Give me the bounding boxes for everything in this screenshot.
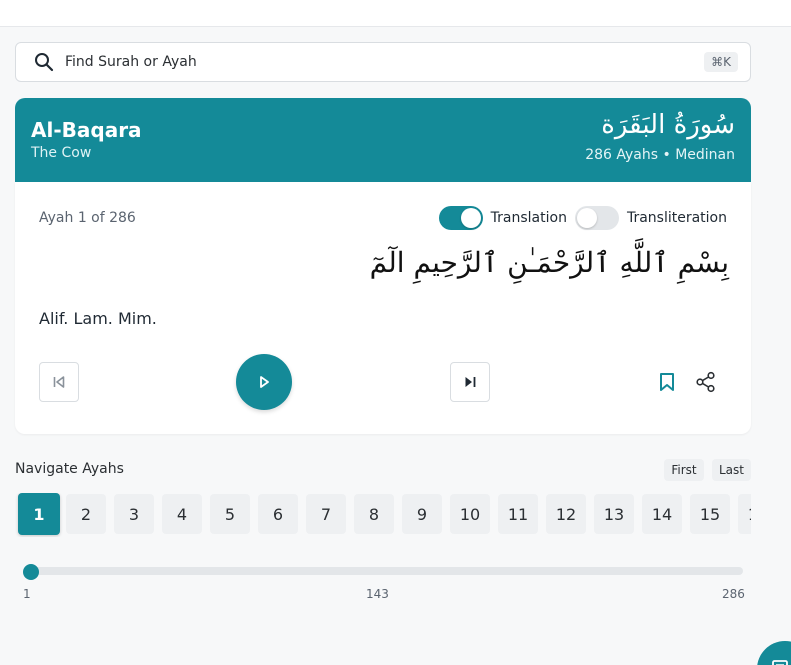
ayah-slider-track[interactable] — [24, 567, 743, 575]
slider-max-label: 286 — [722, 587, 745, 601]
chat-icon — [772, 660, 788, 665]
navigate-ayahs-title: Navigate Ayahs — [15, 461, 124, 477]
surah-arabic-name: سُورَةُ البَقَرَة — [601, 110, 735, 140]
ayah-arabic-text: بِسْمِ ٱللَّهِ ٱلرَّحْمَـٰنِ ٱلرَّحِيمِ … — [369, 246, 729, 279]
ayah-page-button-13[interactable]: 13 — [594, 494, 634, 534]
ayah-page-button-2[interactable]: 2 — [66, 494, 106, 534]
ayah-page-button-15[interactable]: 15 — [690, 494, 730, 534]
search-input[interactable] — [65, 54, 705, 70]
ayah-page-button-16[interactable]: 16 — [738, 494, 751, 534]
transliteration-toggle[interactable] — [574, 206, 619, 230]
ayah-page-button-1[interactable]: 1 — [18, 493, 60, 535]
bookmark-icon — [660, 373, 674, 391]
slider-min-label: 1 — [23, 587, 31, 601]
play-button[interactable] — [236, 354, 292, 410]
bookmark-button[interactable] — [656, 371, 678, 393]
ayah-pager: 12345678910111213141516 — [15, 493, 751, 537]
slider-mid-label: 143 — [366, 587, 389, 601]
search-icon — [33, 51, 55, 73]
floating-action-button[interactable] — [757, 641, 791, 665]
last-ayah-button[interactable]: Last — [712, 459, 751, 481]
display-toggles: Translation Transliteration — [438, 206, 727, 230]
ayah-page-button-5[interactable]: 5 — [210, 494, 250, 534]
ayah-counter: Ayah 1 of 286 — [39, 210, 136, 226]
previous-ayah-button[interactable] — [39, 362, 79, 402]
ayah-page-button-4[interactable]: 4 — [162, 494, 202, 534]
ayah-page-button-7[interactable]: 7 — [306, 494, 346, 534]
toggle-knob — [576, 208, 597, 228]
ayah-slider-thumb[interactable] — [23, 564, 39, 580]
ayah-page-button-9[interactable]: 9 — [402, 494, 442, 534]
next-ayah-button[interactable] — [450, 362, 490, 402]
skip-previous-icon — [53, 376, 65, 388]
ayah-page-button-3[interactable]: 3 — [114, 494, 154, 534]
translation-toggle[interactable] — [438, 206, 483, 230]
search-bar[interactable]: ⌘K — [15, 42, 751, 82]
ayah-page-button-8[interactable]: 8 — [354, 494, 394, 534]
surah-header: Al-Baqara The Cow سُورَةُ البَقَرَة 286 … — [15, 98, 751, 182]
shortcut-hint: ⌘K — [704, 52, 738, 72]
top-bar — [0, 0, 791, 27]
first-ayah-button[interactable]: First — [664, 459, 704, 481]
ayah-translation-text: Alif. Lam. Mim. — [39, 309, 157, 328]
surah-meta: 286 Ayahs • Medinan — [585, 147, 735, 163]
share-button[interactable] — [695, 371, 717, 393]
surah-name: Al-Baqara — [31, 118, 142, 142]
ayah-page-button-12[interactable]: 12 — [546, 494, 586, 534]
surah-translation: The Cow — [31, 145, 92, 161]
ayah-page-button-10[interactable]: 10 — [450, 494, 490, 534]
ayah-page-button-11[interactable]: 11 — [498, 494, 538, 534]
share-icon — [696, 371, 715, 393]
ayah-page-button-6[interactable]: 6 — [258, 494, 298, 534]
translation-toggle-label: Translation — [490, 210, 567, 226]
ayah-page-button-14[interactable]: 14 — [642, 494, 682, 534]
skip-next-icon — [465, 377, 476, 387]
transliteration-toggle-label: Transliteration — [626, 210, 727, 226]
ayah-card: Ayah 1 of 286 Translation Transliteratio… — [15, 182, 751, 434]
toggle-knob — [460, 208, 481, 228]
play-icon — [260, 376, 269, 388]
